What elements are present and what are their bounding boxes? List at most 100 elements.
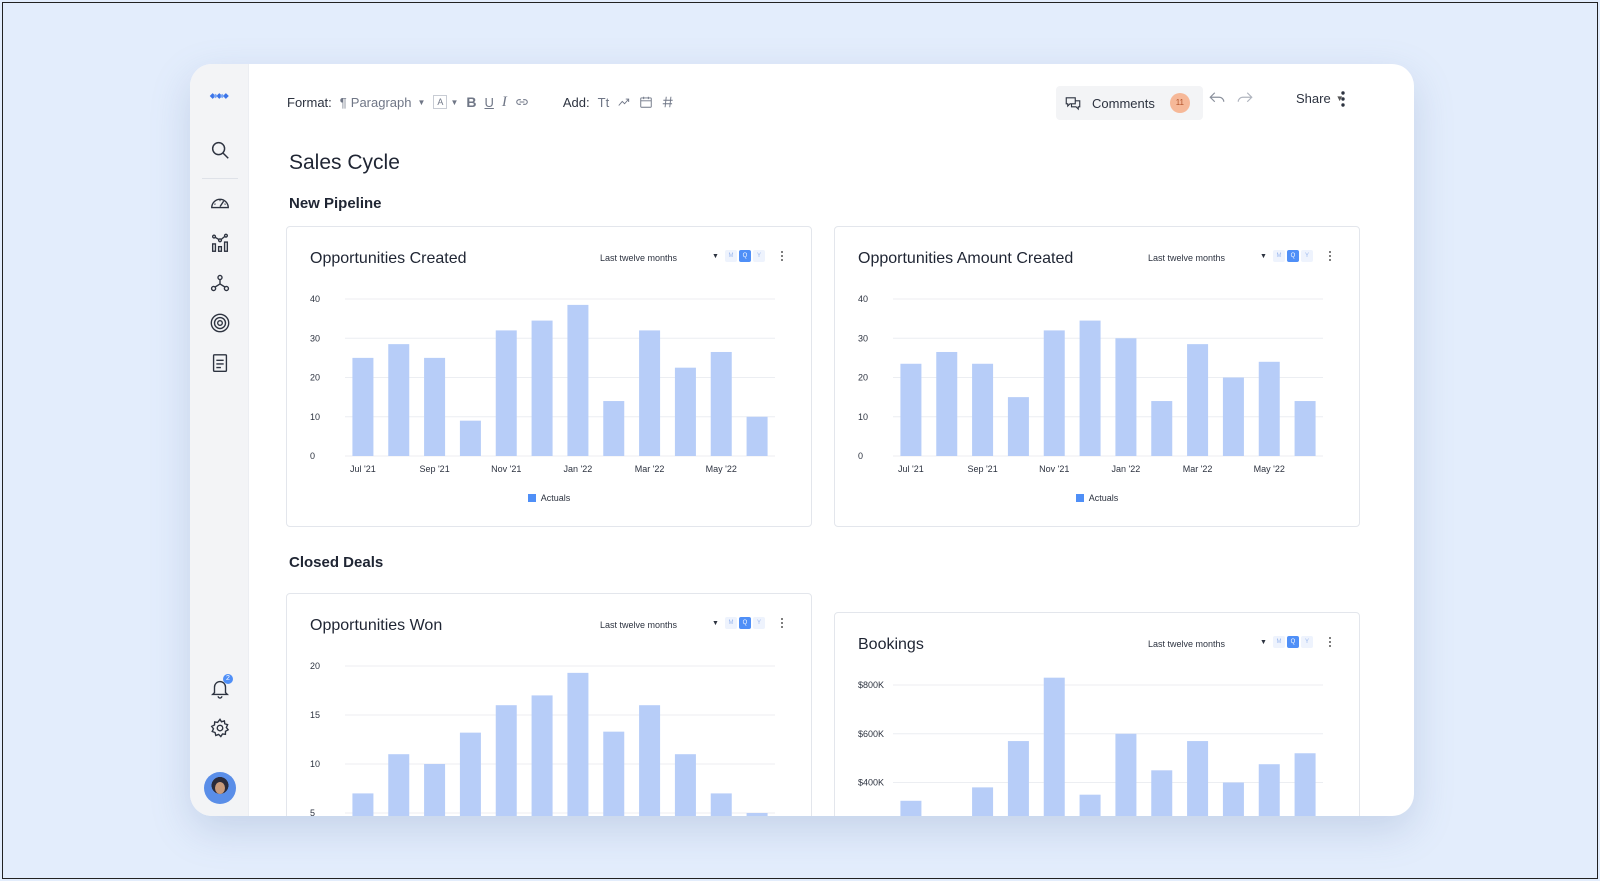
bar: [746, 416, 768, 456]
analytics-icon[interactable]: [204, 227, 236, 259]
x-tick-label: Jul '21: [898, 464, 924, 474]
underline-button[interactable]: U: [484, 95, 493, 110]
add-chart-icon[interactable]: [617, 95, 631, 109]
chart-card-bookings: Bookings Last twelve months ▼ M Q Y $200…: [834, 612, 1360, 816]
dashboard-gauge-icon[interactable]: [204, 187, 236, 219]
share-dropdown[interactable]: Share ▼: [1296, 91, 1344, 106]
network-icon[interactable]: [204, 267, 236, 299]
user-avatar[interactable]: [204, 772, 236, 804]
sidebar: 2: [190, 64, 249, 816]
comments-count-badge: 11: [1169, 93, 1190, 113]
y-tick-label: 0: [310, 451, 315, 461]
x-tick-label: Jan '22: [1112, 464, 1141, 474]
bar: [936, 351, 958, 456]
chevron-down-icon: ▼: [417, 97, 426, 107]
bar: [603, 731, 625, 816]
bar: [746, 813, 768, 816]
more-options-icon[interactable]: [1340, 90, 1346, 108]
x-tick-label: Nov '21: [1039, 464, 1069, 474]
bar: [424, 764, 446, 816]
bar: [1258, 361, 1280, 456]
bar: [972, 363, 994, 456]
format-label: Format:: [287, 94, 332, 110]
chart-card-opportunities-amount-created: Opportunities Amount Created Last twelve…: [834, 226, 1360, 527]
notification-badge: 2: [223, 674, 233, 684]
y-tick-label: 10: [858, 412, 868, 422]
comments-label: Comments: [1092, 95, 1155, 111]
chevron-down-icon: ▼: [450, 97, 459, 107]
page-title[interactable]: Sales Cycle: [289, 151, 400, 175]
bar: [1294, 401, 1316, 456]
x-tick-label: Sep '21: [967, 464, 997, 474]
bar: [639, 330, 661, 456]
add-label: Add:: [562, 94, 590, 110]
undo-icon[interactable]: [1208, 90, 1226, 106]
bar-chart: $200K$400K$600K$800K: [858, 677, 1323, 816]
y-tick-label: 20: [858, 373, 868, 383]
redo-icon[interactable]: [1236, 90, 1254, 106]
y-tick-label: 10: [310, 759, 320, 769]
bar: [495, 705, 517, 816]
target-icon[interactable]: [204, 307, 236, 339]
bar: [424, 357, 446, 456]
bar: [1151, 770, 1173, 816]
bar: [388, 344, 410, 456]
x-tick-label: Jul '21: [350, 464, 376, 474]
font-size-dropdown[interactable]: A ▼: [433, 95, 458, 109]
bar-chart: 0 10 20 30 40 Jul '21 Sep '21 Nov '21 Jan '22 Mar…: [310, 294, 775, 474]
bar: [710, 793, 732, 816]
logo-icon[interactable]: [204, 80, 236, 112]
app-window: 2 Format: ¶ Paragraph ▼ A ▼ B U I Add: T…: [190, 64, 1414, 816]
x-tick-label: Nov '21: [491, 464, 521, 474]
section-title-new-pipeline: New Pipeline: [289, 195, 382, 212]
font-size-label: A: [433, 95, 448, 109]
bar: [388, 754, 410, 816]
add-text-button[interactable]: Tt: [598, 95, 610, 110]
italic-button[interactable]: I: [502, 94, 507, 111]
bar: [603, 401, 625, 456]
bar: [531, 695, 553, 816]
chart-legend: Actuals: [287, 493, 811, 503]
paragraph-label: Paragraph: [350, 94, 412, 110]
add-date-calendar-icon[interactable]: [639, 95, 653, 109]
notifications-bell-icon[interactable]: 2: [204, 672, 236, 704]
bar: [352, 357, 374, 456]
bar: [1187, 344, 1209, 456]
x-tick-label: May '22: [706, 464, 737, 474]
x-tick-label: Mar '22: [635, 464, 665, 474]
link-icon[interactable]: [515, 95, 529, 109]
bar-chart: 0 10 20 30 40 Jul '21 Sep '21 Nov '21 Jan '22 Mar…: [858, 294, 1323, 474]
chart-card-opportunities-created: Opportunities Created Last twelve months…: [286, 226, 812, 527]
x-tick-label: May '22: [1254, 464, 1285, 474]
paragraph-style-dropdown[interactable]: ¶ Paragraph ▼: [340, 95, 426, 110]
y-tick-label: 40: [858, 294, 868, 304]
pilcrow-icon: ¶: [339, 94, 347, 110]
x-tick-label: Mar '22: [1183, 464, 1213, 474]
bold-button[interactable]: B: [466, 94, 476, 110]
search-icon[interactable]: [204, 134, 236, 166]
share-label: Share: [1296, 91, 1331, 106]
sidebar-divider: [202, 178, 238, 179]
bar: [1043, 677, 1065, 816]
bar: [900, 363, 922, 456]
y-tick-label: $400K: [858, 778, 884, 788]
bar: [1115, 733, 1137, 816]
x-tick-label: Sep '21: [419, 464, 449, 474]
bar: [1151, 401, 1173, 456]
y-tick-label: 20: [310, 373, 320, 383]
bar: [1222, 377, 1244, 456]
bar: [1294, 753, 1316, 816]
bar: [1222, 782, 1244, 816]
legend-label: Actuals: [540, 493, 571, 503]
document-icon[interactable]: [204, 347, 236, 379]
bar: [639, 705, 661, 816]
bar: [674, 367, 696, 456]
bar-chart: 5 10 15 20: [310, 661, 775, 816]
comments-button[interactable]: Comments 11: [1056, 86, 1203, 120]
chart-card-opportunities-won: Opportunities Won Last twelve months ▼ M…: [286, 593, 812, 816]
add-number-hash-icon[interactable]: [661, 95, 675, 109]
bar: [352, 793, 374, 816]
bar: [1079, 320, 1101, 456]
bar: [1187, 741, 1209, 816]
settings-gear-icon[interactable]: [204, 712, 236, 744]
